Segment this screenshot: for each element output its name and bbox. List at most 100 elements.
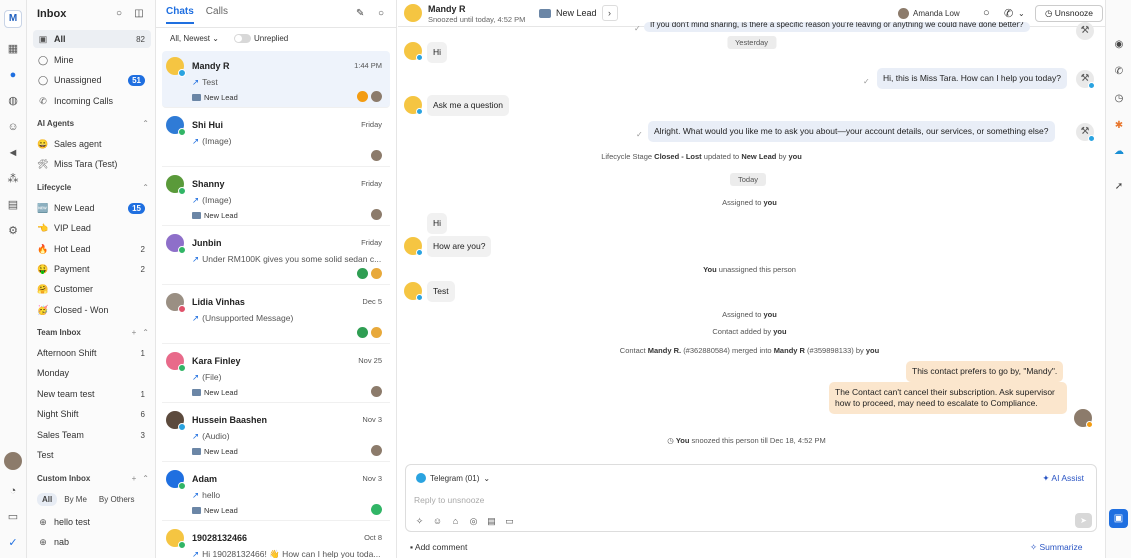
status-check-icon (357, 327, 368, 338)
inbox-item-all[interactable]: ▣ All 82 (33, 30, 151, 48)
chat-widget-button[interactable]: ▣ (1109, 509, 1128, 528)
inbox-item-incoming-calls[interactable]: ✆ Incoming Calls (33, 92, 151, 110)
segment-by-me[interactable]: By Me (59, 493, 92, 506)
search-icon[interactable]: ○ (983, 7, 990, 19)
channel-badge-icon (178, 423, 186, 431)
event-strong: New Lead (741, 152, 777, 161)
help-icon[interactable]: ▭ (6, 510, 20, 524)
custom-item-hello-test[interactable]: ⊕ hello test (33, 513, 151, 531)
workflow-icon[interactable]: ⁂ (6, 172, 20, 186)
inbox-item-unassigned[interactable]: ◯ Unassigned 51 (33, 71, 151, 89)
system-event: Assigned to you (396, 198, 1103, 207)
send-button[interactable]: ➤ (1075, 513, 1092, 528)
ai-item-miss-tara[interactable]: 🛠 Miss Tara (Test) (33, 155, 151, 173)
reply-input[interactable]: Reply to unsnooze (414, 495, 484, 505)
plus-icon[interactable]: + (132, 328, 137, 337)
team-item-test[interactable]: Test (33, 446, 151, 464)
check-icon[interactable]: ✓ (6, 536, 20, 550)
chat-row[interactable]: Junbin Friday ↗ Under RM100K gives you some… (162, 228, 390, 285)
hubspot-icon[interactable]: ✱ (1112, 119, 1126, 133)
lifecycle-section[interactable]: Lifecycle ⌃ (37, 183, 149, 192)
reports-icon[interactable]: ▤ (6, 198, 20, 212)
chat-row[interactable]: 19028132466 Oct 8 ↗ Hi 19028132466! 👋 How c… (162, 523, 390, 558)
lifecycle-item-hot-lead[interactable]: 🔥 Hot Lead 2 (33, 240, 151, 258)
chat-row[interactable]: Kara Finley Nov 25 ↗ (File) New Lead (162, 346, 390, 403)
team-item-new-team-test[interactable]: New team test 1 (33, 385, 151, 403)
settings-icon[interactable]: ⚙ (6, 224, 20, 238)
chevron-up-icon[interactable]: ⌃ (142, 183, 149, 192)
history-icon[interactable]: ◷ (1112, 92, 1126, 106)
unsnooze-button[interactable]: ◷ Unsnooze (1035, 5, 1103, 22)
attachment-icon[interactable]: ⌂ (450, 516, 461, 527)
emoji-icon[interactable]: ☺ (432, 516, 443, 527)
team-item-monday[interactable]: Monday (33, 364, 151, 382)
plus-icon[interactable]: + (132, 474, 137, 483)
team-item-afternoon-shift[interactable]: Afternoon Shift 1 (33, 344, 151, 362)
chat-row[interactable]: Mandy R 1:44 PM ↗ Test New Lead (162, 51, 390, 108)
team-item-night-shift[interactable]: Night Shift 6 (33, 405, 151, 423)
chevron-up-icon[interactable]: ⌃ (142, 328, 149, 337)
ai-assist-button[interactable]: ✦ AI Assist (1042, 473, 1084, 484)
chat-row[interactable]: Adam Nov 3 ↗ hello New Lead (162, 464, 390, 521)
collapse-sidebar-icon[interactable]: ◫ (133, 8, 145, 20)
ai-agents-section[interactable]: AI Agents ⌃ (37, 119, 149, 128)
lifecycle-item-closed-won[interactable]: 🥳 Closed - Won (33, 301, 151, 319)
assignee-selector[interactable]: Amanda Low (898, 8, 960, 19)
chevron-right-icon[interactable]: › (601, 5, 618, 21)
megaphone-icon[interactable]: ◄ (6, 146, 20, 160)
summarize-button[interactable]: ✧ Summarize (1030, 542, 1082, 553)
ai-item-sales-agent[interactable]: 😀 Sales agent (33, 135, 151, 153)
inbox-item-mine[interactable]: ◯ Mine (33, 51, 151, 69)
custom-item-nab[interactable]: ⊕ nab (33, 533, 151, 551)
chat-row[interactable]: Hussein Baashen Nov 3 ↗ (Audio) New Lead (162, 405, 390, 462)
image-icon[interactable]: ◎ (468, 516, 479, 527)
contact-avatar[interactable] (404, 4, 422, 22)
bell-icon[interactable]: ◔ (6, 484, 20, 498)
custom-inbox-section[interactable]: Custom Inbox + ⌃ (37, 474, 149, 483)
chat-row[interactable]: Shanny Friday ↗ (Image) New Lead (162, 169, 390, 226)
channel-selector[interactable]: Telegram (01) ⌄ (416, 473, 490, 483)
tab-chats[interactable]: Chats (166, 6, 194, 24)
quick-reply-icon[interactable]: ▭ (504, 516, 515, 527)
chevron-up-icon[interactable]: ⌃ (142, 119, 149, 128)
workspace-logo[interactable]: M (4, 10, 22, 28)
team-inbox-section[interactable]: Team Inbox + ⌃ (37, 328, 149, 337)
contact-profile-icon[interactable]: ◉ (1112, 38, 1126, 52)
chevron-up-icon[interactable]: ⌃ (142, 474, 149, 483)
search-icon[interactable]: ○ (378, 8, 384, 19)
grid-icon[interactable]: ▦ (6, 42, 20, 56)
segment-by-others[interactable]: By Others (94, 493, 140, 506)
phone-icon[interactable]: ✆ (1112, 65, 1126, 79)
call-icon[interactable]: ✆ (1004, 7, 1013, 20)
last-message-time: Nov 3 (362, 415, 382, 424)
salesforce-icon[interactable]: ☁ (1112, 145, 1126, 159)
tab-calls[interactable]: Calls (206, 6, 228, 24)
lifecycle-item-customer[interactable]: 🤗 Customer (33, 280, 151, 298)
new-chat-icon[interactable]: ✎ (356, 8, 364, 19)
lifecycle-item-payment[interactable]: 🤑 Payment 2 (33, 260, 151, 278)
summarize-label: Summarize (1039, 542, 1083, 552)
magic-icon[interactable]: ✧ (414, 516, 425, 527)
broadcast-icon[interactable]: ☺ (6, 120, 20, 134)
contacts-icon[interactable]: ◍ (6, 94, 20, 108)
chat-row[interactable]: Lidia Vinhas Dec 5 ↗ (Unsupported Message) (162, 287, 390, 344)
template-icon[interactable]: ▤ (486, 516, 497, 527)
add-comment-button[interactable]: ▪ Add comment (410, 542, 467, 552)
tag-label: New Lead (204, 211, 238, 220)
lifecycle-item-vip-lead[interactable]: 👈 VIP Lead (33, 219, 151, 237)
sort-dropdown[interactable]: All, Newest ⌄ (170, 34, 219, 43)
lifecycle-selector[interactable]: New Lead › (536, 5, 618, 21)
unreplied-toggle[interactable] (234, 34, 251, 43)
chevron-down-icon[interactable]: ⌄ (1018, 9, 1025, 18)
event-text: (#362880584) merged into (683, 346, 772, 355)
chat-icon[interactable]: ● (6, 68, 20, 82)
user-avatar[interactable] (4, 452, 22, 470)
segment-all[interactable]: All (37, 493, 58, 506)
assignee-avatar (371, 504, 382, 515)
contact-name[interactable]: Mandy R (428, 4, 466, 14)
search-icon[interactable]: ○ (113, 8, 125, 20)
message-incoming: Ask me a question (427, 95, 509, 116)
team-item-sales-team[interactable]: Sales Team 3 (33, 426, 151, 444)
lifecycle-item-new-lead[interactable]: 🆕 New Lead 15 (33, 199, 151, 217)
section-label: Team Inbox (37, 328, 81, 337)
